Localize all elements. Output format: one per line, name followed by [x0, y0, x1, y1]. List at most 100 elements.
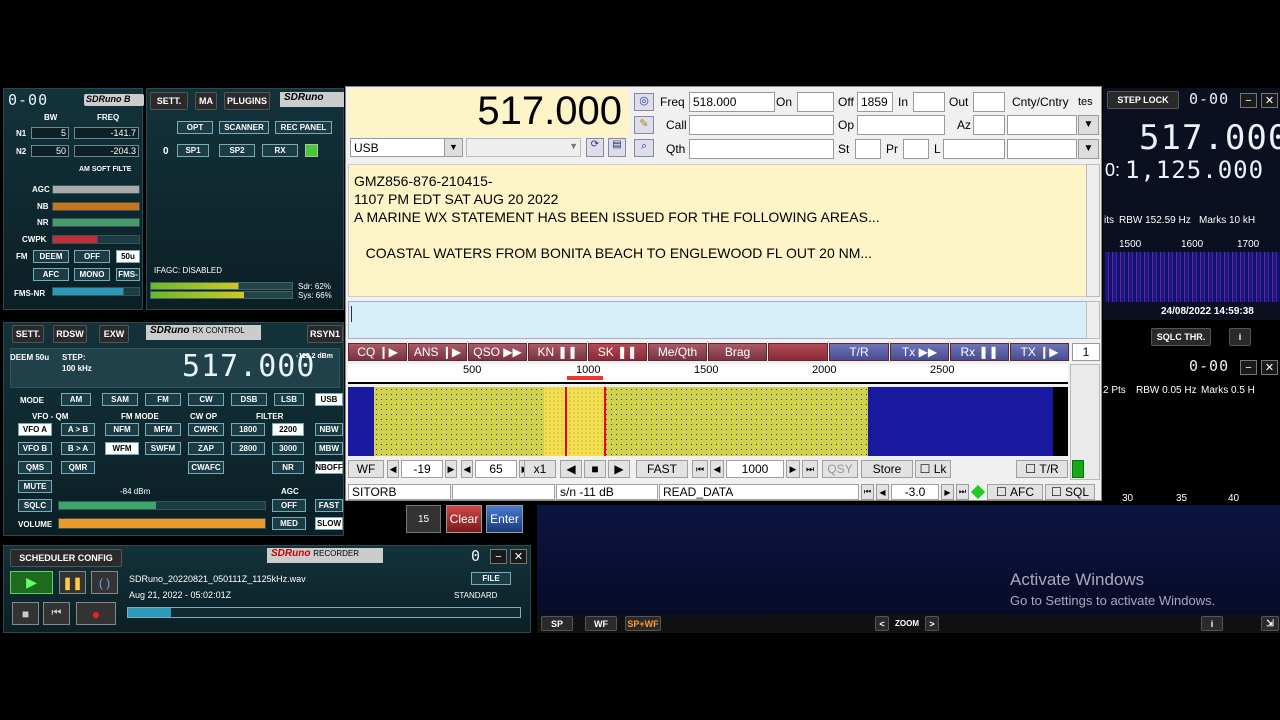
receive-text-area[interactable]: GMZ856-876-210415- 1107 PM EDT SAT AUG 2…	[348, 164, 1087, 297]
nb-slider[interactable]	[52, 202, 140, 211]
macro-tr[interactable]: T/R	[829, 343, 889, 361]
fms-nr-slider[interactable]	[52, 287, 140, 296]
mono-button[interactable]: MONO	[74, 268, 110, 281]
macro-cq[interactable]: CQ ❙▶	[348, 343, 407, 361]
book-icon[interactable]: ▤	[608, 138, 626, 157]
on-field[interactable]	[797, 92, 834, 112]
lock-checkbox[interactable]: ☐ Lk	[915, 460, 951, 478]
keypad-15[interactable]: 15	[406, 505, 441, 533]
nr-slider[interactable]	[52, 218, 140, 227]
enter-button[interactable]: Enter	[486, 505, 523, 533]
agc-slow-button[interactable]: SLOW	[315, 517, 343, 530]
agc-slider[interactable]	[52, 185, 140, 194]
macro-rx[interactable]: Rx ❚❚	[950, 343, 1009, 361]
macro-brag[interactable]: Brag	[708, 343, 767, 361]
sqlc-thr-button[interactable]: SQLC THR.	[1151, 328, 1211, 346]
gain-up-icon[interactable]: ▶	[445, 460, 457, 478]
agc-off-button[interactable]: OFF	[272, 499, 306, 512]
cwpk-slider[interactable]	[52, 235, 140, 244]
lookup-icon[interactable]: ⌕	[634, 139, 654, 157]
qms-button[interactable]: QMS	[18, 461, 52, 474]
forward-fast-icon[interactable]: ⏭	[802, 460, 818, 478]
center-freq-value[interactable]: 1000	[726, 460, 784, 478]
macro-tx[interactable]: Tx ▶▶	[890, 343, 949, 361]
a-to-b-button[interactable]: A > B	[61, 423, 95, 436]
nfm-button[interactable]: NFM	[105, 423, 139, 436]
extra-dropdown-icon[interactable]: ▼	[1078, 139, 1099, 159]
az-field[interactable]	[973, 115, 1005, 135]
mode-cw[interactable]: CW	[188, 393, 224, 406]
play-icon[interactable]: ▶	[10, 571, 53, 594]
spectrum-info-button[interactable]: i	[1229, 328, 1251, 346]
rdsw-button[interactable]: RDSW	[53, 325, 87, 343]
fifty-button[interactable]: 50u	[116, 250, 140, 263]
filter-1800-button[interactable]: 1800	[231, 423, 265, 436]
sett-button[interactable]: SETT.	[150, 92, 188, 110]
country-field[interactable]	[1007, 115, 1077, 135]
zap-button[interactable]: ZAP	[188, 442, 224, 455]
afc-step-first-icon[interactable]: ⏮	[861, 484, 874, 500]
n1-bw-field[interactable]: 5	[31, 127, 69, 139]
resize-grip-icon[interactable]: ⇲	[1261, 616, 1279, 631]
opt-button[interactable]: OPT	[177, 121, 213, 134]
recorder-close-icon[interactable]: ✕	[510, 549, 527, 564]
qsy-button[interactable]: QSY	[822, 460, 858, 478]
off-button[interactable]: OFF	[74, 250, 110, 263]
country-dropdown-icon[interactable]: ▼	[1078, 115, 1099, 135]
filter-2200-button[interactable]: 2200	[272, 423, 304, 436]
freq-field[interactable]: 518.000	[689, 92, 775, 112]
pause-icon[interactable]: ❚❚	[59, 571, 86, 594]
macro-qso[interactable]: QSO ▶▶	[468, 343, 527, 361]
fms-button[interactable]: FMS-	[116, 268, 140, 281]
cwafc-button[interactable]: CWAFC	[188, 461, 224, 474]
receive-scrollbar[interactable]	[1086, 164, 1100, 297]
cwpk-button[interactable]: CWPK	[188, 423, 224, 436]
stop-icon[interactable]: ■	[12, 602, 39, 625]
afc-button[interactable]: AFC	[33, 268, 69, 281]
st-field[interactable]	[855, 139, 881, 159]
transmit-scrollbar[interactable]	[1086, 301, 1100, 339]
lower-info-button[interactable]: i	[1201, 616, 1223, 631]
rewind-icon[interactable]: ⏮	[43, 602, 70, 625]
pr-field[interactable]	[903, 139, 929, 159]
ma-button[interactable]: MA	[195, 92, 217, 110]
afc-offset-value[interactable]: -3.0	[891, 484, 939, 500]
mode-lsb[interactable]: LSB	[274, 393, 304, 406]
spectrum2-minimize-icon[interactable]: −	[1240, 360, 1257, 375]
macro-ans[interactable]: ANS ❙▶	[408, 343, 467, 361]
zoom-in-button[interactable]: >	[925, 616, 939, 631]
rx-sett-button[interactable]: SETT.	[12, 325, 44, 343]
mode-fm[interactable]: FM	[145, 393, 181, 406]
store-button[interactable]: Store	[861, 460, 913, 478]
globe-icon[interactable]: ◎	[634, 93, 654, 111]
file-button[interactable]: FILE	[471, 572, 511, 585]
afc-checkbox[interactable]: ☐ AFC	[987, 484, 1043, 500]
secondary-select[interactable]: ▼	[466, 138, 581, 157]
transmit-text-area[interactable]	[348, 301, 1087, 339]
contrast-value[interactable]: 65	[475, 460, 517, 478]
n2-bw-field[interactable]: 50	[31, 145, 69, 157]
sqlc-button[interactable]: SQLC	[18, 499, 52, 512]
nbw-button[interactable]: NBW	[315, 423, 343, 436]
sync-icon[interactable]: ⟳	[586, 138, 604, 157]
clear-button[interactable]: Clear	[446, 505, 482, 533]
sp2-button[interactable]: SP2	[219, 144, 255, 157]
secondary-select-chevron-icon[interactable]: ▼	[569, 141, 578, 151]
l-field[interactable]	[943, 139, 1005, 159]
qmr-button[interactable]: QMR	[61, 461, 95, 474]
spectrum-minimize-icon[interactable]: −	[1240, 93, 1257, 108]
rsyn-button[interactable]: RSYN1	[307, 325, 343, 343]
zoom-x1-button[interactable]: x1	[524, 460, 556, 478]
wf-toggle-button[interactable]: WF	[348, 460, 384, 478]
extra-field[interactable]	[1007, 139, 1077, 159]
freq-step-down-icon[interactable]: ◀	[710, 460, 724, 478]
zoom-out-button[interactable]: <	[875, 616, 889, 631]
agc-med-button[interactable]: MED	[272, 517, 306, 530]
afc-step-last-icon[interactable]: ⏭	[956, 484, 969, 500]
mode-sam[interactable]: SAM	[102, 393, 138, 406]
sp-wf-button[interactable]: SP+WF	[625, 616, 661, 631]
gain-value[interactable]: -19	[401, 460, 443, 478]
record-icon[interactable]: ●	[76, 602, 116, 625]
afc-step-up-icon[interactable]: ▶	[941, 484, 954, 500]
spectrum-close-icon[interactable]: ✕	[1261, 93, 1278, 108]
